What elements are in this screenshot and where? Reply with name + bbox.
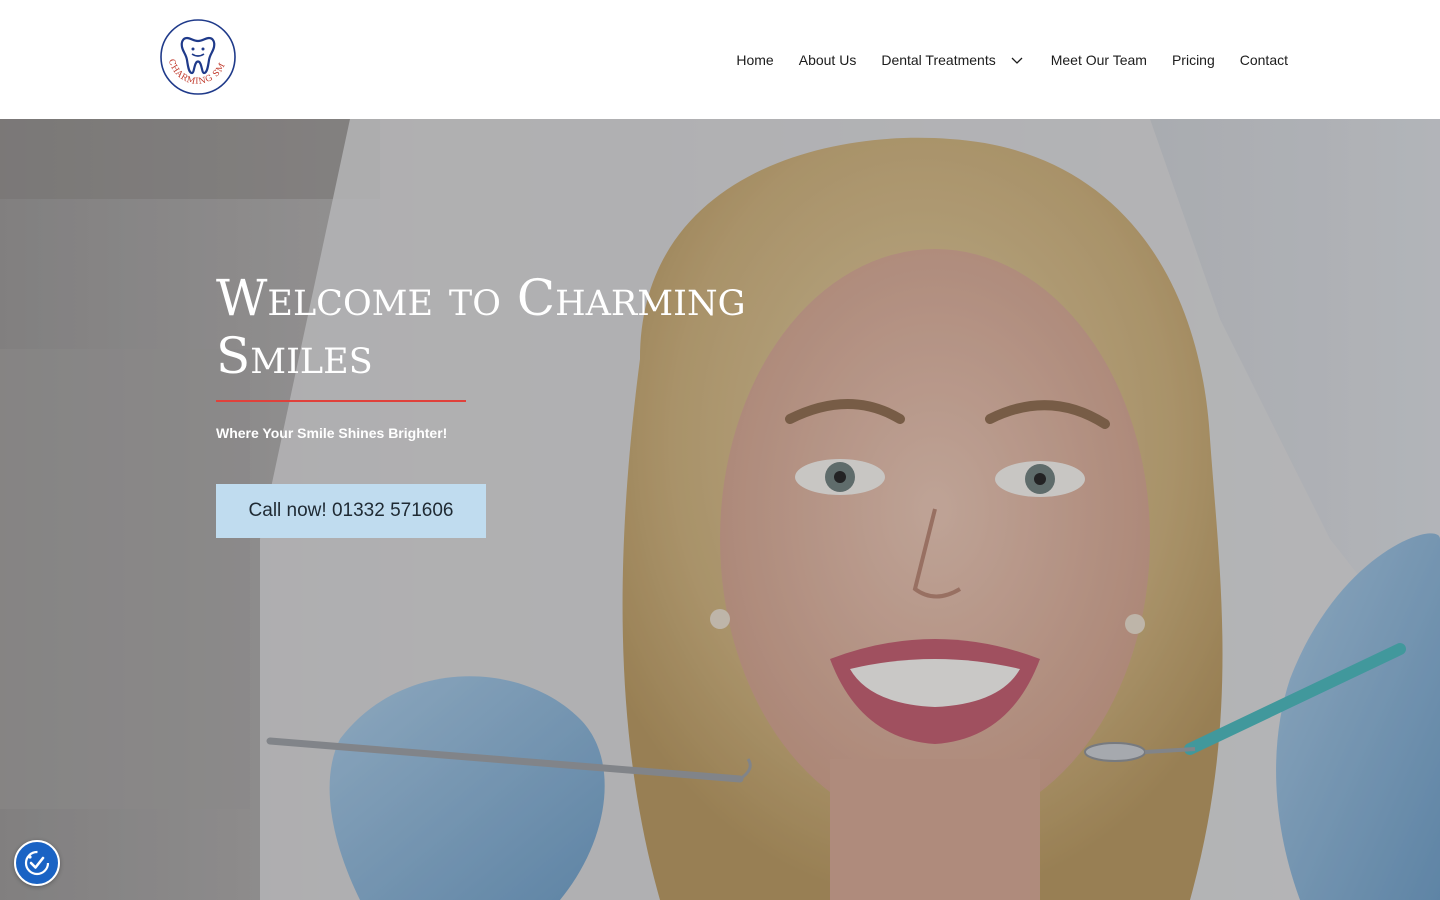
site-header: CHARMING SMILES Home About Us Dental Tre… <box>0 0 1440 119</box>
logo-emblem: CHARMING SMILES <box>156 11 236 95</box>
hero-section: Welcome to Charming Smiles Where Your Sm… <box>0 119 1440 900</box>
site-logo[interactable]: CHARMING SMILES <box>156 11 237 96</box>
nav-pricing[interactable]: Pricing <box>1159 52 1227 68</box>
chevron-down-icon[interactable] <box>1008 51 1026 69</box>
nav-home[interactable]: Home <box>724 52 786 68</box>
main-nav: Home About Us Dental Treatments Meet Our… <box>724 0 1288 119</box>
accessibility-widget-button[interactable] <box>14 840 60 886</box>
hero-title: Welcome to Charming Smiles <box>216 269 746 385</box>
nav-dental-treatments[interactable]: Dental Treatments <box>869 51 1038 69</box>
accessibility-check-icon <box>24 850 50 876</box>
nav-contact[interactable]: Contact <box>1227 52 1288 68</box>
hero-subtitle: Where Your Smile Shines Brighter! <box>216 425 448 441</box>
nav-dental-treatments-label: Dental Treatments <box>881 51 996 68</box>
nav-meet-our-team[interactable]: Meet Our Team <box>1038 52 1159 68</box>
nav-about-us[interactable]: About Us <box>786 52 869 68</box>
call-now-button[interactable]: Call now! 01332 571606 <box>216 484 486 538</box>
hero-divider <box>216 400 466 402</box>
